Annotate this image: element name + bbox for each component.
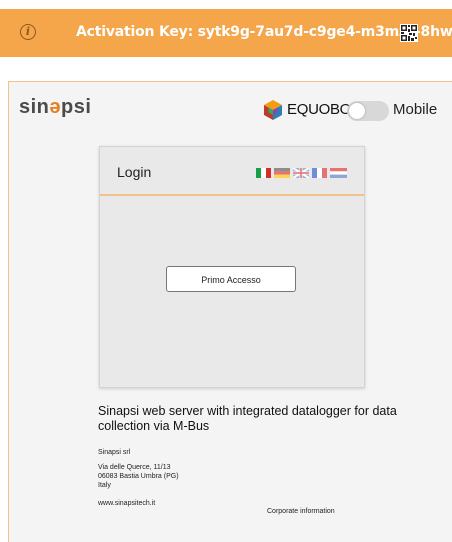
address-line-3: Italy: [98, 482, 111, 489]
italian-flag-icon[interactable]: [256, 168, 271, 178]
website-link[interactable]: www.sinapsitech.it: [98, 500, 155, 507]
info-icon: i: [20, 24, 36, 40]
toggle-knob: [349, 103, 365, 119]
company-address: Via delle Querce, 11/13 06083 Bastia Umb…: [98, 463, 179, 490]
german-flag-icon[interactable]: [274, 168, 290, 178]
activation-key-bar: i Activation Key: sytk9g-7au7d-c9ge4-m3m…: [0, 9, 452, 57]
primo-accesso-button[interactable]: Primo Accesso: [166, 266, 296, 292]
login-title: Login: [117, 164, 152, 180]
qr-code-icon[interactable]: [400, 24, 418, 42]
company-name: Sinapsi srl: [98, 449, 131, 456]
footer-title: Sinapsi web server with integrated datal…: [98, 404, 397, 433]
activation-key-text: Activation Key: sytk9g-7au7d-c9ge4-m3mzz…: [76, 24, 452, 40]
uk-flag-icon[interactable]: [293, 168, 309, 178]
mobile-toggle[interactable]: [347, 101, 389, 121]
corporate-information-link[interactable]: Corporate information: [267, 508, 335, 515]
dutch-flag-icon[interactable]: [330, 168, 347, 178]
equobox-cube-icon: [264, 100, 282, 120]
login-header: Login: [100, 147, 364, 196]
sinapsi-logo: sinəpsi: [19, 96, 92, 118]
mobile-label: Mobile: [393, 101, 438, 118]
login-panel: Login Primo Accesso: [99, 146, 365, 388]
address-line-1: Via delle Querce, 11/13: [98, 464, 171, 471]
address-line-2: 06083 Bastia Umbra (PG): [98, 473, 179, 480]
french-flag-icon[interactable]: [312, 168, 327, 178]
